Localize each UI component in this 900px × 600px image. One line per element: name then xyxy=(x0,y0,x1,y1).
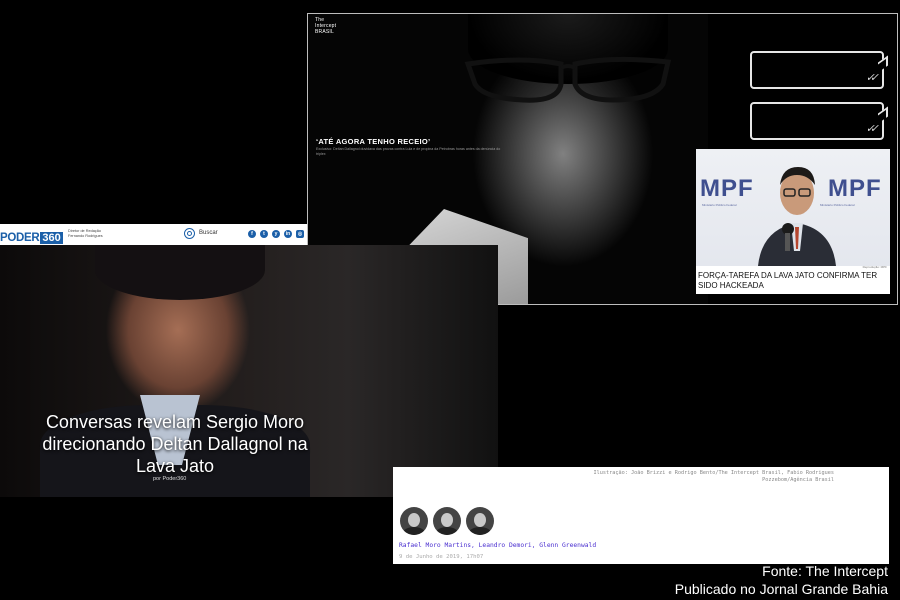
mpf-logo-text: MPF xyxy=(828,175,882,202)
author-avatar[interactable] xyxy=(433,507,461,535)
instagram-icon[interactable]: ◎ xyxy=(296,230,304,238)
search-icon[interactable] xyxy=(184,228,195,239)
intercept-headline[interactable]: ‘ATÉ AGORA TENHO RECEIO’ xyxy=(316,137,430,146)
illustration-credit: Ilustração: João Brizzi e Rodrigo Bento/… xyxy=(593,470,834,483)
article-byline-panel: Ilustração: João Brizzi e Rodrigo Bento/… xyxy=(393,467,889,564)
source-line: Fonte: The Intercept xyxy=(762,563,888,579)
speaker-figure xyxy=(758,167,836,266)
poder360-header: PODER 360 Diretor de Redação Fernando Rod… xyxy=(0,224,307,245)
author-avatar[interactable] xyxy=(400,507,428,535)
poder360-article-screenshot: PODER 360 Diretor de Redação Fernando Rod… xyxy=(0,224,498,497)
mpf-press-photo: MPF Ministério Público Federal MPF Minis… xyxy=(696,149,890,266)
message-bubble: ✓✓ xyxy=(750,51,888,89)
poder360-byline: por Poder360 xyxy=(153,476,187,482)
published-line: Publicado no Jornal Grande Bahia xyxy=(674,581,888,597)
search-label[interactable]: Buscar xyxy=(199,230,218,236)
source-caption: Fonte: The Intercept Publicado no Jornal… xyxy=(675,562,888,598)
twitter-icon[interactable]: t xyxy=(260,230,268,238)
poder360-headline[interactable]: Conversas revelam Sergio Moro direcionan… xyxy=(25,411,325,477)
intercept-logo[interactable]: The Intercept BRASIL xyxy=(315,17,336,35)
author-names[interactable]: Rafael Moro Martins, Leandro Demori, Gle… xyxy=(399,542,596,549)
youtube-icon[interactable]: y xyxy=(272,230,280,238)
mpf-news-card[interactable]: MPF Ministério Público Federal MPF Minis… xyxy=(696,149,890,294)
intercept-subheadline: Exclusivo: Deltan Dallagnol duvidava das… xyxy=(316,147,501,156)
double-check-icon: ✓✓ xyxy=(865,123,880,135)
poder360-logo[interactable]: PODER 360 xyxy=(0,228,63,244)
photo-credit: Reprodução: MPF xyxy=(862,265,887,269)
mpf-card-caption[interactable]: FORÇA-TAREFA DA LAVA JATO CONFIRMA TER S… xyxy=(698,271,888,291)
message-bubble: ✓✓ xyxy=(750,102,888,140)
glasses-shape xyxy=(464,56,672,103)
editor-credit: Diretor de Redação Fernando Rodrigues xyxy=(68,229,103,238)
author-avatar[interactable] xyxy=(466,507,494,535)
double-check-icon: ✓✓ xyxy=(865,72,880,84)
linkedin-icon[interactable]: in xyxy=(284,230,292,238)
publish-date: 9 de Junho de 2019, 17h07 xyxy=(399,554,484,560)
facebook-icon[interactable]: f xyxy=(248,230,256,238)
mpf-logo-text: MPF xyxy=(700,175,754,202)
